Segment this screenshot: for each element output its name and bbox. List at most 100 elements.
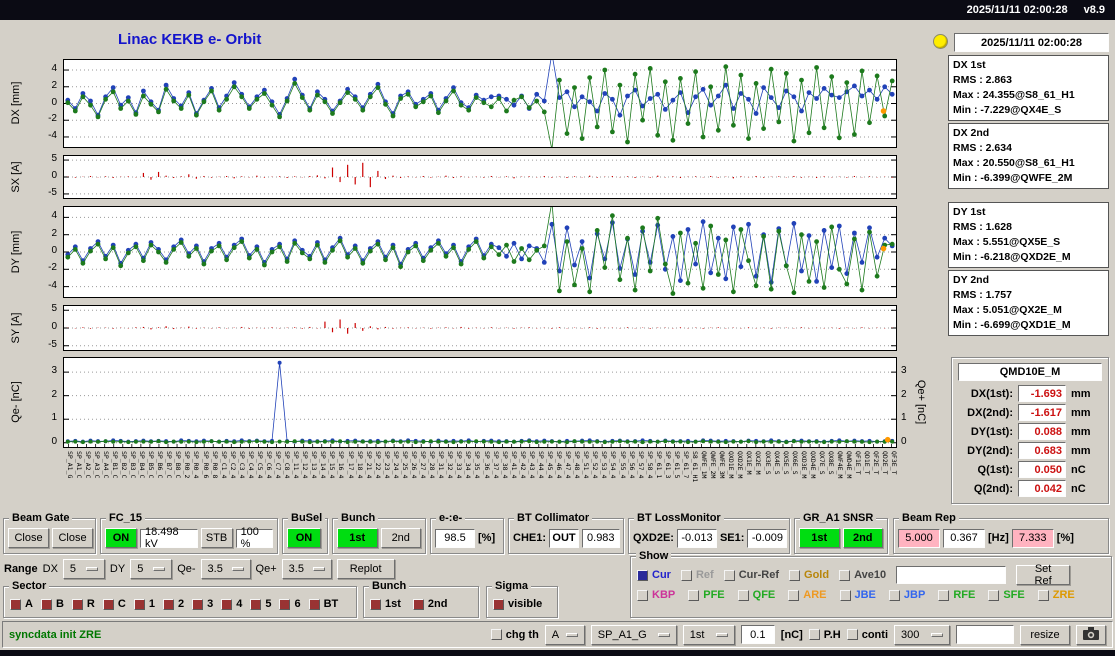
sector-4[interactable]: 4 [221, 598, 242, 610]
show-pfe[interactable]: PFE [688, 589, 725, 601]
x-label-SP_53_4: SP_53_4 [600, 451, 609, 479]
sector-bt[interactable]: BT [308, 598, 338, 610]
beam-gate-close-button-1[interactable]: Close [8, 528, 49, 548]
bunch-1st-checkbox[interactable] [370, 598, 381, 610]
show-kbp-checkbox[interactable] [637, 589, 648, 601]
bunch-2nd-checkbox[interactable] [412, 598, 424, 610]
monitor-select[interactable]: SP_A1_G [590, 624, 677, 645]
show-pfe-checkbox[interactable] [688, 589, 700, 601]
beam-gate-close-button-2[interactable]: Close [52, 528, 93, 548]
sector-1-checkbox[interactable] [133, 598, 145, 610]
show-jbe[interactable]: JBE [839, 589, 876, 601]
show-sfe[interactable]: SFE [988, 589, 1025, 601]
gr-a1-2nd-button[interactable]: 2nd [842, 528, 883, 548]
bunch-1st-button[interactable]: 1st [337, 528, 378, 548]
ref-name-input[interactable] [896, 566, 1007, 584]
bunch-1st[interactable]: 1st [370, 598, 401, 610]
range-qe-minus-select[interactable]: 3.5 [200, 559, 251, 579]
show-cur-ref-checkbox[interactable] [723, 569, 735, 581]
sector-r[interactable]: R [71, 598, 95, 610]
ph-checkbox[interactable] [808, 629, 820, 640]
replot-button[interactable]: Replot [336, 559, 395, 579]
show-are[interactable]: ARE [788, 589, 827, 601]
sigma-visible-checkbox[interactable] [493, 598, 504, 610]
show-ave10[interactable]: Ave10 [839, 569, 886, 581]
bunch-number-select[interactable]: 1st [682, 624, 735, 645]
show-gold-checkbox[interactable] [789, 569, 801, 581]
sector-a[interactable]: A [10, 598, 33, 610]
chg-th-checkbox[interactable] [490, 629, 502, 640]
blank-input[interactable] [956, 625, 1014, 644]
monitor-name[interactable]: QMD10E_M [958, 363, 1102, 381]
dy-orbit-plot[interactable] [63, 199, 897, 298]
show-qfe[interactable]: QFE [737, 589, 775, 601]
show-rfe-checkbox[interactable] [938, 589, 950, 601]
sector-5[interactable]: 5 [250, 598, 271, 610]
interval-select[interactable]: 300 [894, 624, 950, 645]
sector-5-checkbox[interactable] [250, 598, 262, 610]
sector-bt-checkbox[interactable] [308, 598, 320, 610]
show-zre[interactable]: ZRE [1037, 589, 1075, 601]
sector-c[interactable]: C [102, 598, 126, 610]
conti-label: conti [861, 628, 888, 641]
stat-rms: RMS : 2.863 [953, 74, 1012, 86]
x-label-SP_C1_4: SP_C1_4 [219, 451, 228, 479]
set-ref-button[interactable]: Set Ref [1016, 563, 1071, 587]
range-dx-select[interactable]: 5 [62, 559, 105, 579]
fc15-stb-button[interactable]: STB [200, 528, 233, 548]
sector-1[interactable]: 1 [133, 598, 155, 610]
ph-toggle[interactable]: P.H [808, 629, 841, 641]
show-ave10-checkbox[interactable] [839, 569, 851, 581]
fc15-on-button[interactable]: ON [105, 528, 137, 548]
sx-steering-plot[interactable] [63, 155, 897, 199]
conti-toggle[interactable]: conti [846, 628, 888, 641]
busel-on-button[interactable]: ON [287, 528, 321, 548]
sy-steering-plot[interactable] [63, 305, 897, 351]
sector-c-checkbox[interactable] [102, 598, 114, 610]
show-rfe[interactable]: RFE [938, 589, 975, 601]
show-cur[interactable]: Cur [637, 569, 671, 581]
show-gold[interactable]: Gold [789, 569, 829, 581]
sector-2-checkbox[interactable] [162, 598, 174, 610]
dx-orbit-plot[interactable] [63, 50, 897, 152]
sector-b-checkbox[interactable] [40, 598, 52, 610]
threshold-display[interactable]: 0.1 [740, 625, 775, 644]
sector-6-checkbox[interactable] [279, 598, 291, 610]
show-jbe-checkbox[interactable] [839, 589, 851, 601]
sector-b[interactable]: B [40, 598, 64, 610]
charge-plot[interactable] [63, 357, 897, 448]
gr-a1-1st-button[interactable]: 1st [799, 528, 840, 548]
range-qe-plus-select[interactable]: 3.5 [281, 559, 332, 579]
bunch-2nd-button[interactable]: 2nd [380, 528, 421, 548]
resize-button[interactable]: resize [1020, 624, 1070, 645]
show-kbp[interactable]: KBP [637, 589, 675, 601]
sector-r-checkbox[interactable] [71, 598, 83, 610]
show-ref-checkbox[interactable] [680, 569, 692, 581]
sector-6[interactable]: 6 [279, 598, 301, 610]
sector-2[interactable]: 2 [162, 598, 184, 610]
sector-3-label: 3 [207, 598, 214, 610]
dx-ytick-4: 4 [51, 63, 57, 75]
show-jbp[interactable]: JBP [888, 589, 925, 601]
sigma-visible[interactable]: visible [493, 598, 542, 610]
scope-select[interactable]: A [544, 624, 585, 645]
sector-3[interactable]: 3 [192, 598, 213, 610]
show-jbp-checkbox[interactable] [888, 589, 900, 601]
range-dy-select[interactable]: 5 [130, 559, 173, 579]
show-qfe-checkbox[interactable] [737, 589, 749, 601]
show-sfe-checkbox[interactable] [988, 589, 1000, 601]
snapshot-button[interactable] [1076, 624, 1106, 645]
qe-minus-axis-label: Qe- [nC] [10, 381, 22, 423]
sector-a-checkbox[interactable] [10, 598, 21, 610]
show-cur-checkbox[interactable] [637, 569, 648, 581]
sector-4-checkbox[interactable] [221, 598, 233, 610]
conti-checkbox[interactable] [846, 629, 858, 640]
show-are-checkbox[interactable] [788, 589, 800, 601]
show-zre-checkbox[interactable] [1037, 589, 1049, 601]
show-ref[interactable]: Ref [680, 569, 714, 581]
show-cur-ref[interactable]: Cur-Ref [723, 569, 779, 581]
ee-ratio-title: e-:e- [436, 512, 466, 524]
sector-3-checkbox[interactable] [192, 598, 204, 610]
chg-th-toggle[interactable]: chg th [490, 629, 539, 641]
bunch-2nd[interactable]: 2nd [412, 598, 447, 610]
